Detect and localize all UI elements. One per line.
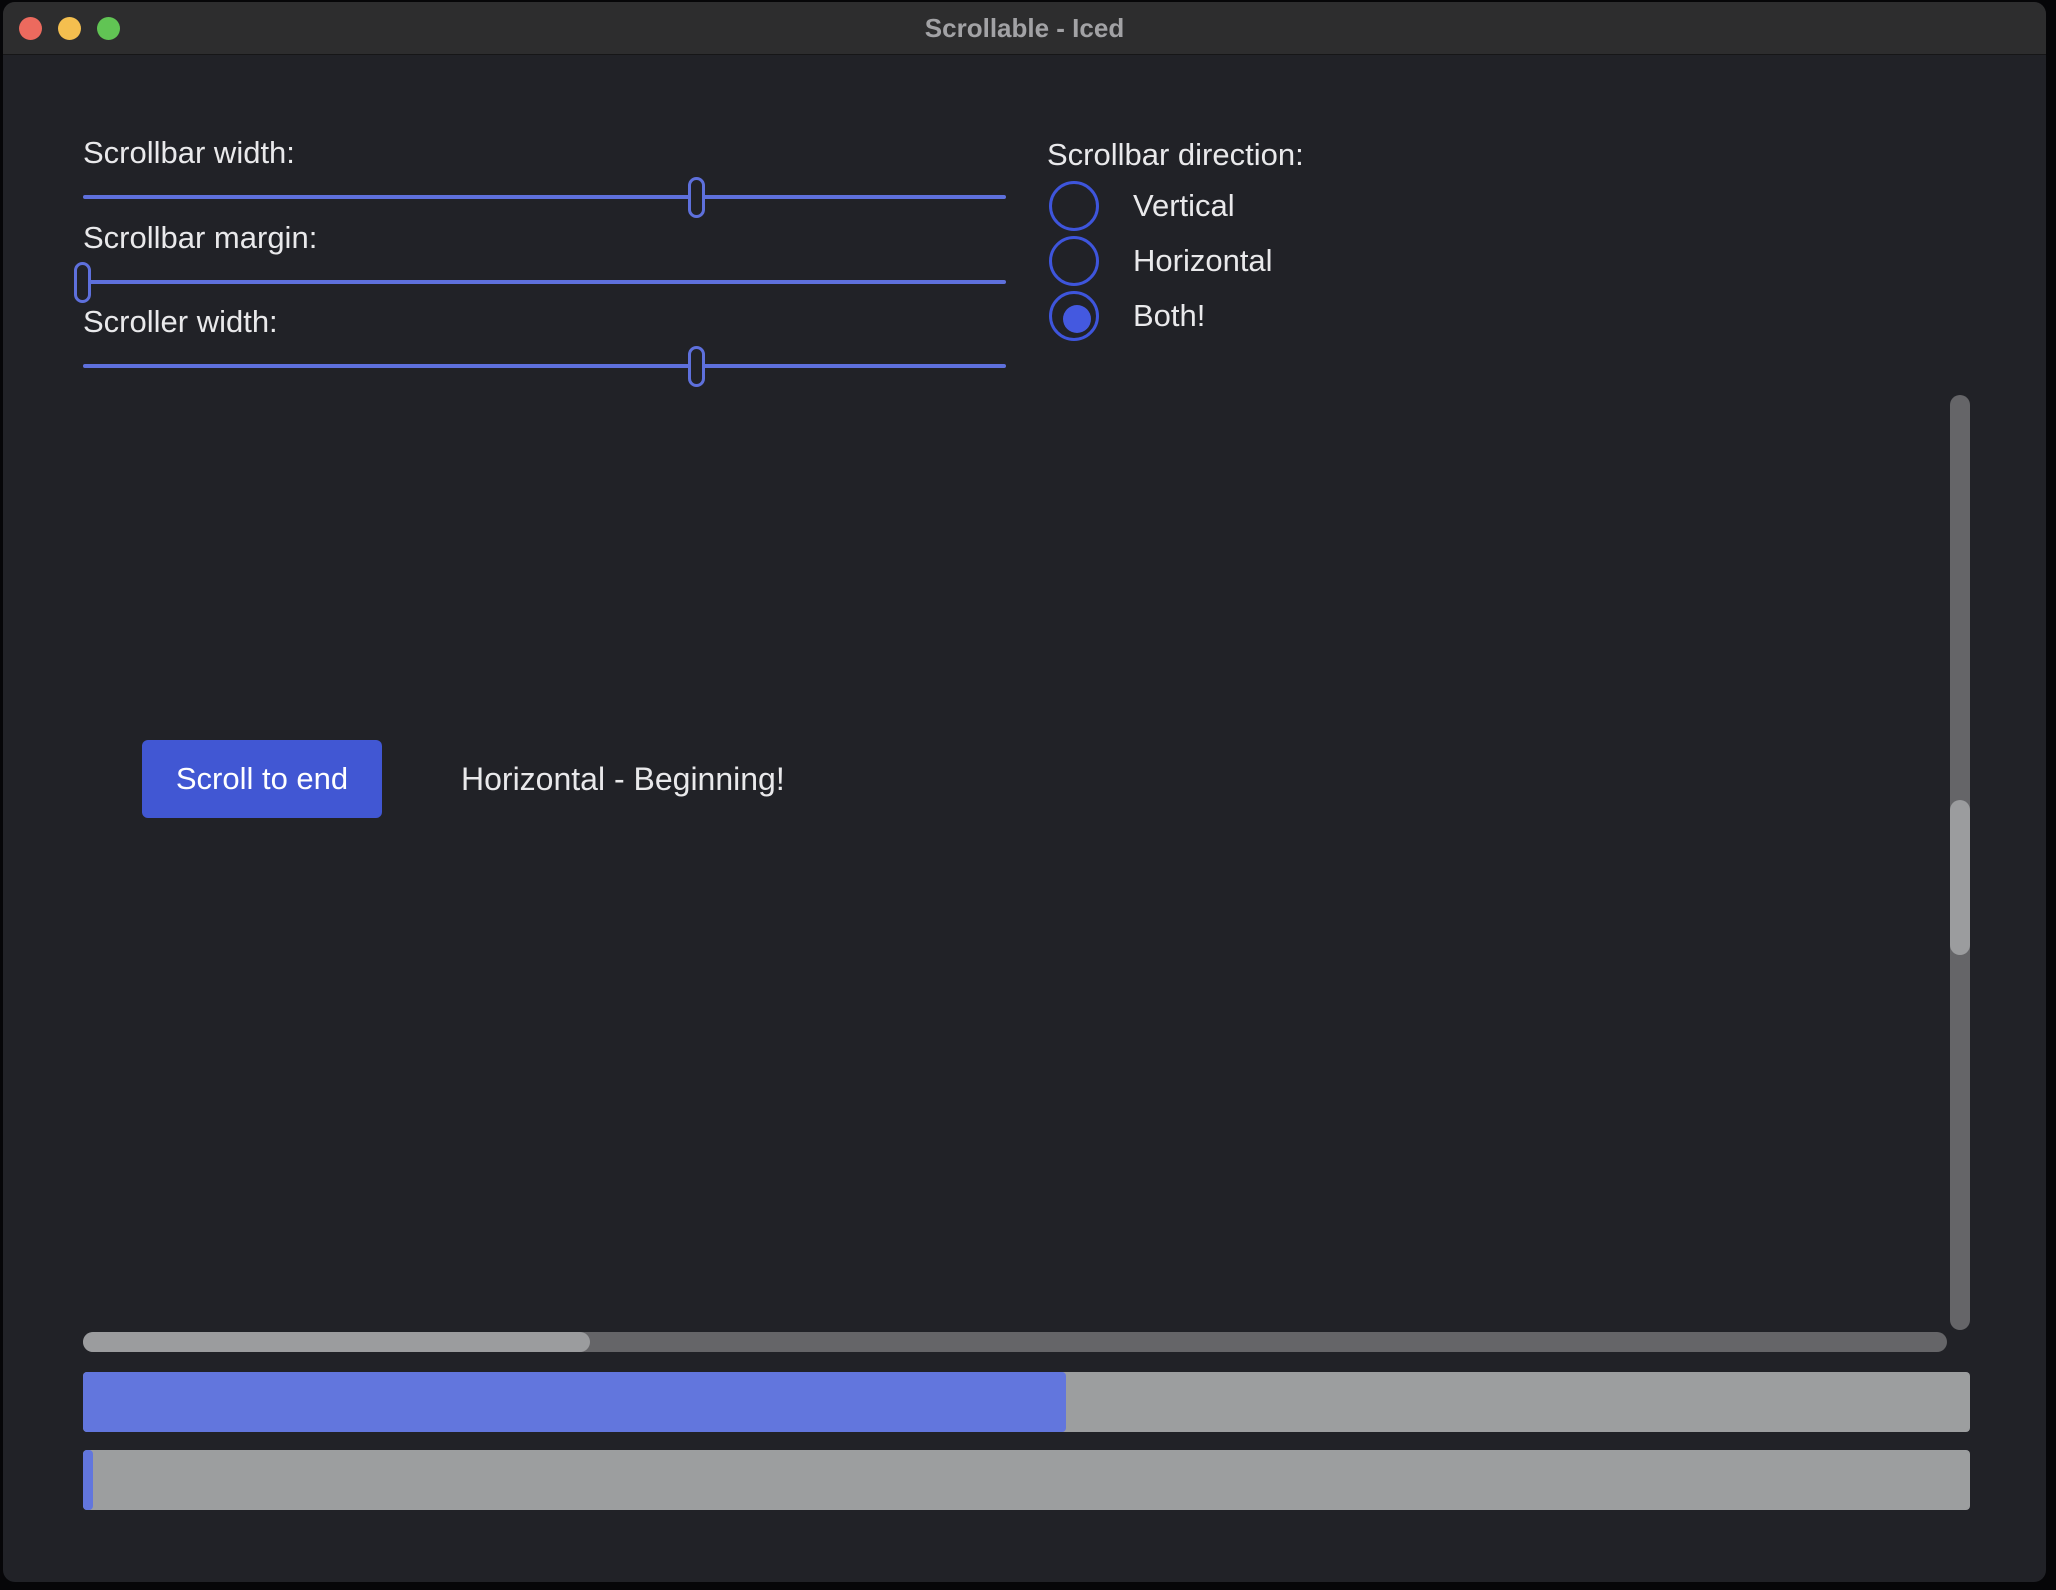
slider-handle[interactable] [74, 262, 91, 303]
slider-rail[interactable] [83, 364, 1006, 368]
radio-circle-icon[interactable] [1049, 236, 1099, 286]
radio-label[interactable]: Vertical [1133, 186, 1235, 226]
slider-rail[interactable] [83, 195, 1006, 199]
slider-handle[interactable] [688, 346, 705, 387]
x-scroll-progress-bar [83, 1372, 1970, 1432]
scroll-to-end-button[interactable]: Scroll to end [142, 740, 382, 818]
window-title: Scrollable - Iced [3, 2, 2046, 54]
y-scroll-progress-bar [83, 1450, 1970, 1510]
scrollbar-direction-label: Scrollbar direction: [1047, 135, 1304, 175]
app-window: Scrollable - Iced Scrollbar width: Scrol… [3, 2, 2046, 1582]
slider-handle[interactable] [688, 177, 705, 218]
horizontal-scrollbar-thumb[interactable] [83, 1332, 590, 1352]
radio-circle-icon[interactable] [1049, 291, 1099, 341]
horizontal-scrollbar-track[interactable] [83, 1332, 1947, 1352]
scroller-width-label: Scroller width: [83, 302, 278, 342]
title-bar: Scrollable - Iced [3, 2, 2046, 55]
radio-label[interactable]: Horizontal [1133, 241, 1273, 281]
progress-fill [83, 1450, 93, 1510]
scrollbar-margin-label: Scrollbar margin: [83, 218, 317, 258]
slider-rail[interactable] [83, 280, 1006, 284]
scrollbar-width-label: Scrollbar width: [83, 133, 295, 173]
progress-fill [83, 1372, 1066, 1432]
vertical-scrollbar-thumb[interactable] [1950, 800, 1970, 955]
vertical-scrollbar-track[interactable] [1950, 395, 1970, 1330]
scroll-status-text: Horizontal - Beginning! [461, 759, 785, 799]
radio-circle-icon[interactable] [1049, 181, 1099, 231]
radio-label[interactable]: Both! [1133, 296, 1205, 336]
